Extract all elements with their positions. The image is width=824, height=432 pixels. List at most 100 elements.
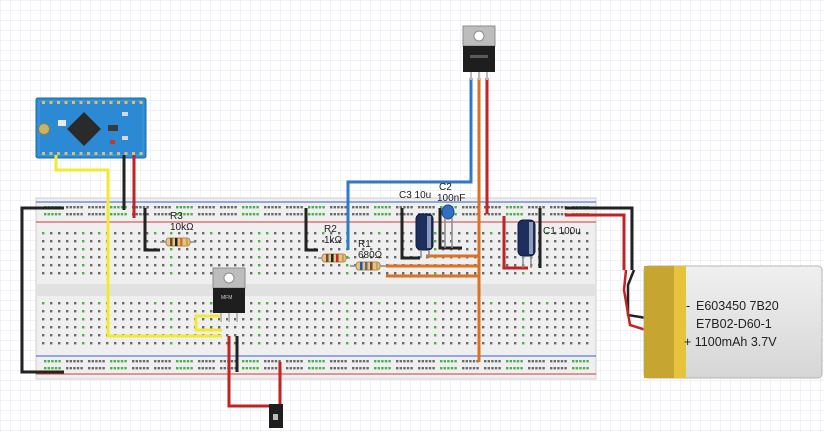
breadboard-hole	[212, 360, 215, 363]
breadboard-hole	[386, 334, 389, 337]
arduino-header-pin	[87, 152, 90, 155]
breadboard-hole	[359, 213, 362, 216]
breadboard-hole	[58, 367, 61, 370]
breadboard-hole	[586, 342, 589, 345]
breadboard-hole	[124, 367, 127, 370]
arduino-header-pin	[117, 152, 120, 155]
breadboard-hole	[42, 232, 45, 235]
breadboard-hole	[506, 360, 509, 363]
breadboard-hole	[274, 310, 277, 313]
arduino-header-pin	[132, 101, 135, 104]
breadboard-hole	[442, 318, 445, 321]
breadboard-hole	[82, 310, 85, 313]
breadboard-hole	[498, 256, 501, 259]
breadboard-hole	[578, 240, 581, 243]
breadboard-hole	[178, 264, 181, 267]
breadboard-hole	[249, 360, 252, 363]
breadboard-hole	[530, 272, 533, 275]
r2-value: 1kΩ	[324, 235, 343, 246]
breadboard-hole	[306, 318, 309, 321]
breadboard-hole	[44, 213, 47, 216]
breadboard-hole	[80, 367, 83, 370]
breadboard-hole	[98, 256, 101, 259]
breadboard-hole	[522, 302, 525, 305]
breadboard-hole	[410, 232, 413, 235]
breadboard-hole	[300, 360, 303, 363]
breadboard-hole	[378, 342, 381, 345]
breadboard-hole	[586, 318, 589, 321]
breadboard-hole	[333, 206, 336, 209]
breadboard-hole	[410, 334, 413, 337]
breadboard-hole	[442, 232, 445, 235]
breadboard-hole	[513, 360, 516, 363]
breadboard-hole	[482, 310, 485, 313]
breadboard-hole	[330, 318, 333, 321]
breadboard-hole	[274, 360, 278, 363]
breadboard-hole	[58, 334, 61, 337]
breadboard-hole	[202, 248, 205, 251]
breadboard-hole	[498, 342, 501, 345]
breadboard-hole	[282, 232, 285, 235]
breadboard-hole	[378, 240, 381, 243]
breadboard-hole	[474, 232, 477, 235]
breadboard-hole	[306, 342, 309, 345]
breadboard-hole	[98, 232, 101, 235]
breadboard-hole	[202, 326, 205, 329]
breadboard-hole	[346, 318, 349, 321]
breadboard-hole	[252, 206, 256, 209]
breadboard-hole	[442, 302, 445, 305]
breadboard-hole	[226, 256, 229, 259]
breadboard-hole	[218, 342, 221, 345]
breadboard-hole	[198, 213, 201, 216]
breadboard-hole	[249, 206, 252, 209]
breadboard-hole	[466, 334, 469, 337]
breadboard-hole	[418, 326, 421, 329]
breadboard-hole	[88, 360, 91, 363]
breadboard-hole	[442, 310, 445, 313]
smd-part	[108, 125, 118, 131]
breadboard-hole	[458, 310, 461, 313]
breadboard-hole	[344, 367, 347, 370]
breadboard-hole	[42, 256, 45, 259]
breadboard-hole	[298, 302, 301, 305]
breadboard	[35, 197, 597, 380]
breadboard-hole	[322, 206, 325, 209]
breadboard-hole	[138, 342, 141, 345]
breadboard-hole	[122, 310, 125, 313]
breadboard-hole	[403, 367, 406, 370]
breadboard-hole	[330, 326, 333, 329]
breadboard-hole	[230, 367, 234, 370]
breadboard-hole	[550, 367, 553, 370]
breadboard-hole	[557, 213, 560, 216]
arduino-header-pin	[57, 152, 60, 155]
breadboard-hole	[337, 367, 340, 370]
breadboard-hole	[562, 264, 565, 267]
breadboard-hole	[546, 240, 549, 243]
breadboard-hole	[516, 367, 520, 370]
breadboard-hole	[458, 302, 461, 305]
breadboard-hole	[506, 326, 509, 329]
breadboard-hole	[69, 360, 72, 363]
breadboard-hole	[220, 367, 223, 370]
breadboard-hole	[554, 248, 557, 251]
breadboard-hole	[322, 342, 325, 345]
breadboard-hole	[176, 360, 179, 363]
breadboard-hole	[162, 342, 165, 345]
arduino-header-pin	[72, 101, 75, 104]
breadboard-hole	[300, 213, 303, 216]
breadboard-hole	[528, 206, 531, 209]
breadboard-hole	[114, 264, 117, 267]
breadboard-hole	[586, 264, 589, 267]
breadboard-hole	[538, 334, 541, 337]
breadboard-hole	[381, 367, 384, 370]
breadboard-hole	[290, 240, 293, 243]
breadboard-hole	[258, 342, 261, 345]
breadboard-hole	[122, 326, 125, 329]
breadboard-hole	[267, 367, 270, 370]
breadboard-hole	[570, 272, 573, 275]
breadboard-hole	[520, 206, 523, 209]
load-connector	[269, 404, 283, 428]
breadboard-hole	[514, 302, 517, 305]
breadboard-hole	[95, 367, 98, 370]
breadboard-hole	[208, 213, 212, 216]
